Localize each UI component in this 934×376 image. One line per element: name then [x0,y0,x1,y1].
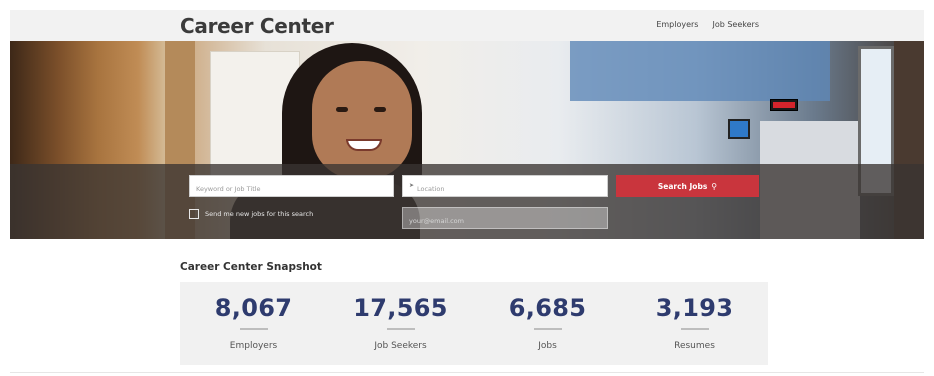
stat-resumes: 3,193 Resumes [621,282,768,365]
stat-label: Jobs [538,341,557,351]
stat-value: 17,565 [353,294,448,322]
stat-label: Resumes [674,341,715,351]
email-field[interactable] [402,207,608,231]
stat-jobs: 6,685 Jobs [474,282,621,365]
hero-photo-eye [374,107,386,112]
stat-label: Job Seekers [374,341,427,351]
location-field[interactable]: ➤ [402,175,608,199]
stat-job-seekers: 17,565 Job Seekers [327,282,474,365]
magnifier-icon: ⚲ [711,181,718,191]
search-jobs-label: Search Jobs [657,181,708,191]
stat-value: 6,685 [508,294,587,322]
stat-divider [680,328,709,330]
stat-divider [239,328,268,330]
hero-photo-eye [336,107,348,112]
nav-job-seekers-link[interactable]: Job Seekers [712,20,759,29]
location-pin-icon: ➤ [409,182,415,189]
top-nav: Employers Job Seekers [656,20,759,29]
location-input[interactable] [403,179,607,199]
stat-value: 3,193 [655,294,734,322]
page-divider [10,372,924,373]
job-alert-option[interactable]: Send me new jobs for this search [189,209,313,219]
hero-photo-led [773,102,795,108]
job-alert-checkbox[interactable] [189,209,199,219]
job-alert-label: Send me new jobs for this search [205,210,314,218]
stat-value: 8,067 [214,294,293,322]
hero-banner: ➤ Search Jobs ⚲ Send me new jobs for thi… [10,41,924,239]
nav-employers-link[interactable]: Employers [656,20,698,29]
snapshot-panel: 8,067 Employers 17,565 Job Seekers 6,685… [180,282,768,365]
hero-photo-screen [728,119,750,139]
job-search-bar: ➤ Search Jobs ⚲ Send me new jobs for thi… [10,164,924,239]
stat-divider [533,328,562,330]
keyword-input[interactable] [190,179,393,199]
stat-divider [386,328,415,330]
page: Career Center Employers Job Seekers ➤ [0,0,934,376]
search-jobs-button[interactable]: Search Jobs ⚲ [616,175,759,197]
stat-label: Employers [229,341,278,351]
site-logo[interactable]: Career Center [180,14,334,38]
stat-employers: 8,067 Employers [180,282,327,365]
snapshot-title: Career Center Snapshot [180,261,322,273]
hero-photo-wall [570,41,830,101]
site-header: Career Center Employers Job Seekers [10,10,924,41]
hero-photo-person-face [312,61,412,179]
email-input[interactable] [403,211,607,231]
keyword-field[interactable] [189,175,394,199]
